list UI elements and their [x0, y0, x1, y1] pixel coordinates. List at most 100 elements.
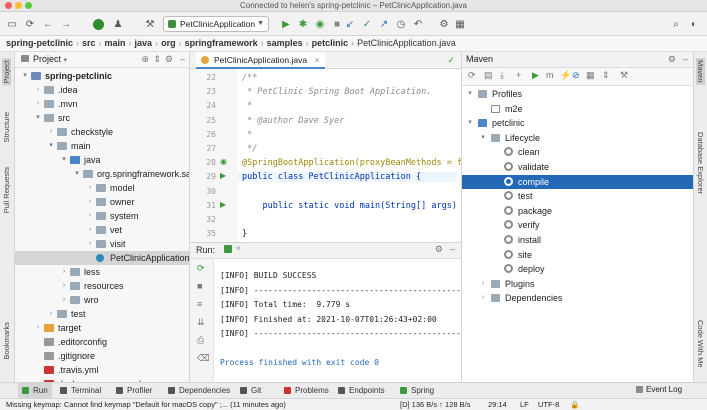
maven-tool-tab[interactable]: Maven	[696, 58, 705, 85]
rerun-icon[interactable]: ⟳	[197, 263, 205, 274]
vcs-commit-icon[interactable]: ✓	[359, 16, 375, 32]
folder-open-icon[interactable]: ▭	[4, 16, 20, 32]
maven-tree-item[interactable]: clean	[462, 145, 693, 159]
maven-tree-item[interactable]: package	[462, 204, 693, 218]
close-icon[interactable]: ×	[236, 244, 241, 253]
chevron-right-icon[interactable]: ›	[86, 237, 94, 251]
project-tree-item[interactable]: › checkstyle	[15, 125, 189, 139]
maven-tree-item[interactable]: › Plugins	[462, 277, 693, 291]
chevron-right-icon[interactable]: ›	[34, 97, 42, 111]
maven-tree-item[interactable]: validate	[462, 160, 693, 174]
line-separator[interactable]: LF	[520, 399, 529, 410]
run-icon[interactable]: ▶	[278, 16, 294, 32]
code-line[interactable]: }	[242, 229, 247, 239]
chevron-down-icon[interactable]: ▾	[466, 116, 474, 130]
skip-tests-icon[interactable]: ⊘	[572, 70, 580, 81]
add-icon[interactable]: +	[516, 70, 521, 80]
chevron-down-icon[interactable]: ▾	[34, 111, 42, 125]
hide-icon[interactable]: –	[450, 244, 455, 254]
database-explorer-tool-tab[interactable]: Database Explorer	[696, 132, 705, 194]
chevron-right-icon[interactable]: ›	[86, 223, 94, 237]
editor-tab-petclinicapplication[interactable]: PetClinicApplication.java ×	[196, 52, 326, 69]
maven-tree-item[interactable]: ▾ Lifecycle	[462, 131, 693, 145]
settings-icon[interactable]: ⚙	[436, 16, 452, 32]
soft-wrap-icon[interactable]: ≡	[197, 299, 202, 309]
breadcrumb-item[interactable]: src	[82, 38, 96, 48]
session-status-icon[interactable]	[90, 16, 106, 32]
chevron-down-icon[interactable]: ▾	[73, 167, 81, 181]
caret-position[interactable]: 29:14	[488, 399, 507, 410]
status-message[interactable]: Missing keymap: Cannot find keymap "Defa…	[6, 399, 286, 410]
chevron-right-icon[interactable]: ›	[60, 265, 68, 279]
chevron-right-icon[interactable]: ›	[86, 181, 94, 195]
maven-tree-item[interactable]: site	[462, 248, 693, 262]
breadcrumb-item[interactable]: main	[105, 38, 126, 48]
bottom-tab-endpoints[interactable]: Endpoints	[338, 383, 385, 399]
project-tree-item[interactable]: › .mvn	[15, 97, 189, 111]
code-line[interactable]: public class PetClinicApplication {	[238, 172, 457, 183]
print-icon[interactable]: ⎙	[197, 335, 204, 346]
project-tree-item[interactable]: › visit	[15, 237, 189, 251]
chevron-right-icon[interactable]: ›	[60, 279, 68, 293]
maven-tree-item[interactable]: install	[462, 233, 693, 247]
maven-tree-item[interactable]: m2e	[462, 102, 693, 116]
ide-features-icon[interactable]: ◐	[686, 16, 702, 32]
code-line[interactable]: * @author Dave Syer	[242, 116, 344, 126]
project-tree-item[interactable]: ▾ src	[15, 111, 189, 125]
code-line[interactable]: */	[242, 144, 257, 154]
history-icon[interactable]: ◷	[393, 16, 409, 32]
breadcrumb-item[interactable]: springframework	[185, 38, 258, 48]
project-tree-item[interactable]: › wro	[15, 293, 189, 307]
vcs-update-icon[interactable]: ↙	[342, 16, 358, 32]
code-line[interactable]: * PetClinic Spring Boot Application.	[242, 87, 431, 97]
breadcrumb-item[interactable]: petclinic	[312, 38, 349, 48]
maven-tree-item[interactable]: test	[462, 189, 693, 203]
run-method-icon[interactable]: ▶	[220, 200, 226, 209]
clear-icon[interactable]: ⌫	[197, 353, 210, 364]
chevron-right-icon[interactable]: ›	[34, 321, 42, 335]
hide-icon[interactable]: –	[180, 52, 185, 67]
search-icon[interactable]: ⌕	[668, 16, 684, 32]
project-tree-item[interactable]: ▾ main	[15, 139, 189, 153]
project-tree-item[interactable]: › model	[15, 181, 189, 195]
project-tree-item[interactable]: › less	[15, 265, 189, 279]
back-icon[interactable]: ←	[40, 16, 56, 32]
bottom-tab-git[interactable]: Git	[240, 383, 261, 399]
breadcrumb-item[interactable]: PetClinicApplication.java	[357, 38, 456, 48]
project-tree-item[interactable]: › owner	[15, 195, 189, 209]
locate-icon[interactable]: ⊕	[141, 52, 149, 67]
collapse-all-icon[interactable]: ⇕	[153, 52, 161, 67]
bottom-tab-spring[interactable]: Spring	[400, 383, 434, 399]
project-tree-item[interactable]: › vet	[15, 223, 189, 237]
bottom-tab-problems[interactable]: Problems	[284, 383, 329, 399]
project-tree-item[interactable]: .gitignore	[15, 349, 189, 363]
chevron-down-icon[interactable]: ▾	[60, 153, 68, 167]
bookmarks-tool-tab[interactable]: Bookmarks	[2, 322, 11, 360]
structure-tool-tab[interactable]: Structure	[2, 112, 11, 142]
stop-icon[interactable]: ■	[197, 281, 202, 291]
chevron-right-icon[interactable]: ›	[47, 307, 55, 321]
code-line[interactable]: @SpringBootApplication(proxyBeanMethods …	[242, 158, 461, 168]
scroll-to-end-icon[interactable]: ⇊	[197, 317, 205, 328]
checkbox-icon[interactable]	[491, 104, 500, 113]
maven-tree-item[interactable]: deploy	[462, 262, 693, 276]
breadcrumb-item[interactable]: java	[135, 38, 153, 48]
project-tree-item[interactable]: › resources	[15, 279, 189, 293]
hide-icon[interactable]: –	[683, 52, 688, 67]
debug-icon[interactable]: ✱	[295, 16, 311, 32]
breadcrumb-item[interactable]: spring-petclinic	[6, 38, 73, 48]
project-tool-tab[interactable]: Project	[2, 58, 11, 86]
lock-icon[interactable]: 🔒	[570, 399, 579, 410]
code-line[interactable]: *	[242, 130, 252, 140]
forward-icon[interactable]: →	[58, 16, 74, 32]
event-log-button[interactable]: Event Log	[636, 383, 682, 397]
chevron-right-icon[interactable]: ›	[86, 209, 94, 223]
user-icon[interactable]: ♟	[110, 16, 126, 32]
inspection-ok-icon[interactable]: ✓	[447, 55, 455, 66]
project-tree-item[interactable]: ▾ org.springframework.sa	[15, 167, 189, 181]
project-tree-item[interactable]: › .idea	[15, 83, 189, 97]
execute-goal-icon[interactable]: m	[546, 70, 554, 80]
project-tree-item[interactable]: › test	[15, 307, 189, 321]
maven-tree-item[interactable]: verify	[462, 218, 693, 232]
close-icon[interactable]: ×	[314, 55, 319, 65]
